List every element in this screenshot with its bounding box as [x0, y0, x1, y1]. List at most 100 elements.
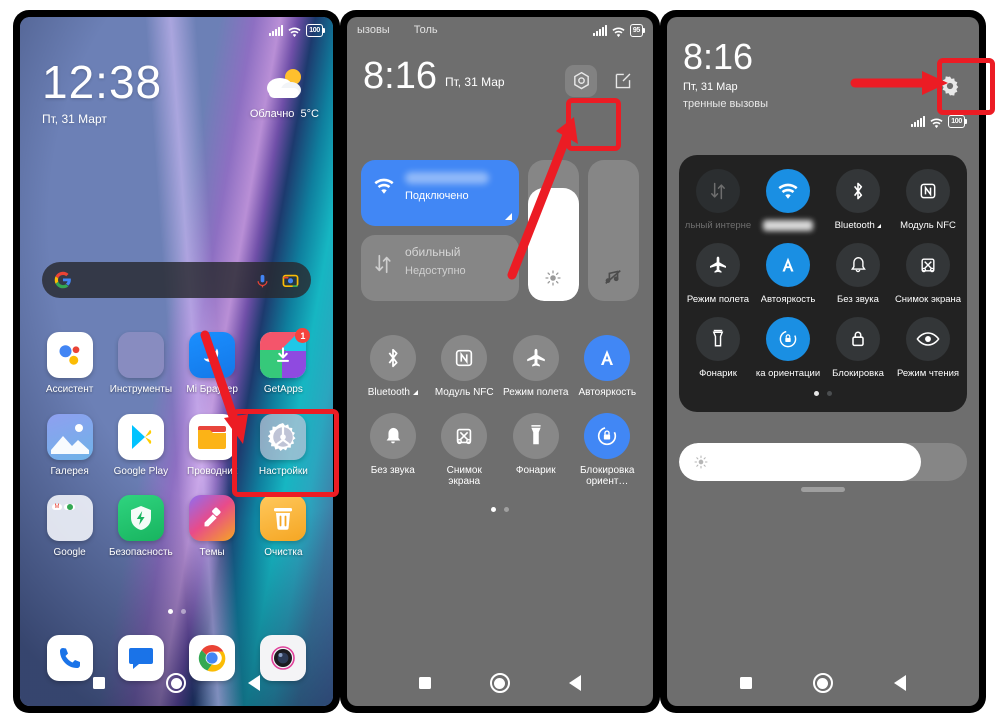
settings-app-highlight	[232, 409, 339, 497]
app-icon-themes[interactable]: Темы	[177, 495, 248, 559]
weather-widget[interactable]: Облачно 5°C	[250, 67, 319, 120]
square-icon[interactable]	[739, 677, 752, 689]
signal-icon	[269, 24, 284, 36]
home-page-indicator	[20, 609, 333, 614]
tile-silent[interactable]: Без звука	[823, 243, 893, 305]
nfc-icon	[441, 335, 488, 381]
microphone-icon[interactable]	[255, 272, 270, 289]
tile-label: Модуль NFC	[434, 387, 494, 398]
tile-silent[interactable]: Без звука	[357, 412, 429, 488]
app-icon-getapps[interactable]: 1 GetApps	[248, 328, 319, 396]
mobile-data-icon	[373, 253, 393, 280]
status-bar: 100	[20, 17, 333, 43]
app-icon-gallery[interactable]: Галерея	[34, 413, 105, 478]
circle-icon[interactable]	[489, 673, 510, 693]
notification-badge: 1	[295, 328, 311, 343]
tile-nfc[interactable]: Модуль NFC	[893, 169, 963, 231]
shade-drag-handle[interactable]	[667, 487, 979, 492]
app-icon-google-folder[interactable]: M Google	[34, 495, 105, 559]
tile-rotation-lock[interactable]: ка ориентации	[753, 317, 823, 379]
wifi-tile[interactable]: Подключено	[361, 160, 519, 226]
clock-date: Пт, 31 Мар	[683, 81, 738, 93]
tile-airplane[interactable]: Режим полета	[500, 335, 572, 399]
quick-settings-page-dots	[683, 391, 963, 396]
brightness-slider[interactable]	[679, 443, 967, 481]
tile-label: Автояркость	[760, 294, 816, 305]
tile-flashlight[interactable]: Фонарик	[683, 317, 753, 379]
gallery-icon	[46, 413, 93, 460]
app-icon-mi-browser[interactable]: Mi Браузер	[177, 332, 248, 396]
edit-pencil-icon	[615, 73, 631, 89]
screenshot-icon	[906, 243, 950, 287]
tile-auto-brightness[interactable]: Автояркость	[572, 335, 644, 399]
triangle-back-icon[interactable]	[569, 675, 582, 691]
app-icon-google-play[interactable]: Google Play	[105, 413, 176, 478]
wifi-icon	[766, 169, 810, 213]
tile-mobile-internet[interactable]: льный интерне	[683, 169, 753, 231]
status-bar: 100	[911, 115, 967, 129]
airplane-icon	[696, 243, 740, 287]
edit-button[interactable]	[607, 65, 639, 97]
tile-auto-brightness[interactable]: Автояркость	[753, 243, 823, 305]
app-label: Проводник	[187, 465, 238, 477]
weather-text: Облачно 5°C	[250, 108, 319, 120]
tile-reading-mode[interactable]: Режим чтения	[893, 317, 963, 379]
square-icon[interactable]	[92, 677, 105, 689]
nfc-icon	[906, 169, 950, 213]
mobile-data-icon	[696, 169, 740, 213]
tile-label: Режим полета	[503, 387, 569, 398]
square-icon[interactable]	[418, 677, 431, 689]
signal-icon	[592, 24, 607, 36]
tile-label: Блокировка ориент…	[579, 464, 635, 488]
tile-label: Режим полета	[686, 294, 750, 305]
tile-label: Без звука	[370, 464, 415, 476]
tile-screenshot[interactable]: Снимок экрана	[893, 243, 963, 305]
tile-bluetooth[interactable]: Bluetooth	[357, 335, 429, 399]
tile-lock[interactable]: Блокировка	[823, 317, 893, 379]
google-search-bar[interactable]	[42, 262, 311, 298]
app-icon-tools[interactable]: Инструменты	[105, 332, 176, 396]
mobile-data-label: обильный	[405, 245, 461, 259]
tile-wifi[interactable]	[753, 169, 823, 231]
navigation-bar	[20, 666, 333, 700]
app-label: Галерея	[50, 465, 89, 477]
tile-rotation-lock[interactable]: Блокировка ориент…	[572, 412, 644, 488]
google-lens-icon[interactable]	[282, 272, 299, 289]
expand-corner-icon[interactable]	[504, 213, 512, 220]
triangle-back-icon[interactable]	[894, 675, 907, 691]
auto-brightness-icon	[584, 335, 631, 381]
mobile-data-tile[interactable]: обильный Недоступно	[361, 235, 519, 301]
app-icon-assistant[interactable]: Ассистент	[34, 332, 105, 396]
wifi-ssid-blurred	[763, 220, 813, 231]
app-icon-cleaner[interactable]: Очистка	[248, 495, 319, 559]
tile-label: Фонарик	[699, 368, 737, 379]
tile-flashlight[interactable]: Фонарик	[500, 412, 572, 488]
quick-settings-grid: Bluetooth Модуль NFC Режим полета Автояр…	[357, 335, 643, 488]
tile-airplane[interactable]: Режим полета	[683, 243, 753, 305]
tile-screenshot[interactable]: Снимок экрана	[429, 412, 501, 488]
quick-settings-page-dots	[347, 507, 653, 512]
brightness-slider[interactable]	[527, 160, 579, 301]
app-label: GetApps	[263, 384, 303, 395]
wifi-ssid-blurred	[405, 172, 489, 184]
app-label: Mi Браузер	[186, 384, 238, 395]
battery-icon: 100	[306, 23, 325, 37]
tile-bluetooth[interactable]: Bluetooth	[823, 169, 893, 231]
clock-time: 8:16	[683, 36, 754, 77]
bluetooth-icon	[836, 169, 880, 213]
battery-icon: 100	[948, 115, 967, 128]
circle-icon[interactable]	[812, 673, 833, 693]
flashlight-icon	[696, 317, 740, 361]
bell-icon	[836, 243, 880, 287]
file-manager-icon	[189, 413, 236, 460]
triangle-back-icon[interactable]	[248, 675, 261, 691]
expand-corner-icon[interactable]	[877, 224, 882, 228]
expand-corner-icon[interactable]	[412, 390, 418, 395]
navigation-bar	[667, 666, 979, 700]
tile-label: Режим чтения	[896, 368, 960, 379]
volume-slider[interactable]	[587, 160, 639, 301]
tile-nfc[interactable]: Модуль NFC	[429, 335, 501, 399]
settings-hex-button[interactable]	[565, 65, 597, 97]
app-icon-security[interactable]: Безопасность	[105, 495, 176, 559]
circle-icon[interactable]	[166, 673, 187, 693]
